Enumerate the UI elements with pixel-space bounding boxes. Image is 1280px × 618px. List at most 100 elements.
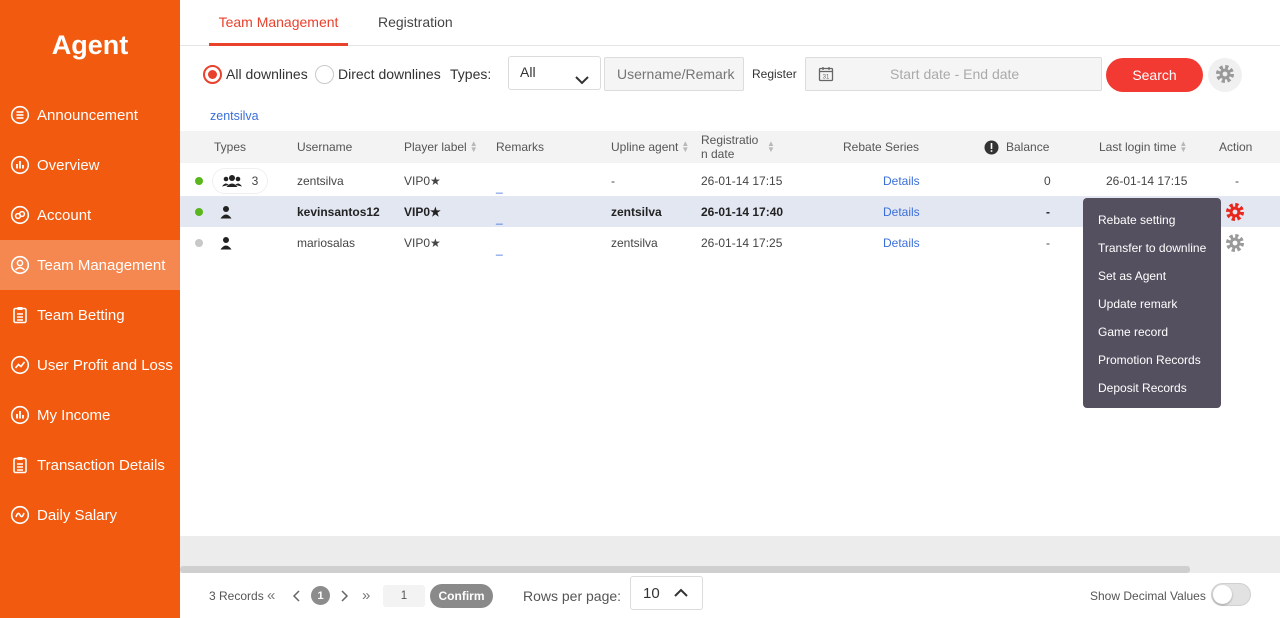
action-gear-button[interactable] (1223, 196, 1247, 227)
date-range-placeholder: Start date - End date (890, 66, 1020, 82)
prev-page-icon[interactable] (292, 573, 301, 618)
sidebar-title: Agent (51, 29, 129, 60)
sort-icon: ▲ ▼ (767, 139, 775, 154)
horizontal-scrollbar[interactable] (180, 566, 1190, 573)
date-range-picker[interactable]: 31 Start date - End date (805, 57, 1102, 91)
action-cell: - (1235, 173, 1239, 188)
col-player-label[interactable]: Player label ▲ ▼ (404, 131, 478, 163)
page-input[interactable]: 1 (383, 584, 425, 607)
confirm-button[interactable]: Confirm (430, 583, 493, 608)
registration-date-cell: 26-01-14 17:40 (701, 204, 784, 219)
menu-item-deposit-records[interactable]: Deposit Records (1083, 374, 1221, 402)
types-select-value: All (520, 64, 536, 80)
sort-icon: ▲ ▼ (469, 139, 478, 154)
tab-team-management[interactable]: Team Management (209, 0, 348, 46)
registration-date-cell: 26-01-14 17:15 (701, 173, 783, 188)
clipboard-icon (10, 305, 30, 325)
radio-unchecked-icon[interactable] (315, 64, 334, 84)
show-decimal-toggle[interactable] (1211, 583, 1251, 606)
chart-icon (10, 155, 30, 175)
online-status-dot (195, 176, 203, 185)
info-icon[interactable] (984, 140, 999, 155)
rebate-details-link[interactable]: Details (883, 196, 920, 227)
col-last-login-time[interactable]: Last login time ▲ ▼ (1099, 131, 1187, 163)
content-panel: Team Management Registration All downlin… (180, 0, 1280, 536)
upline-cell: - (611, 173, 615, 188)
first-page-icon[interactable]: « (267, 573, 275, 618)
sidebar-item-my-income[interactable]: My Income (0, 390, 180, 440)
rows-per-page-label: Rows per page: (523, 587, 622, 604)
sidebar-item-transaction-details[interactable]: Transaction Details (0, 440, 180, 490)
radio-checked-icon[interactable] (203, 64, 222, 84)
player-label-cell: VIP0★ (404, 235, 441, 250)
types-select[interactable]: All (508, 56, 601, 90)
records-count: 3 Records (209, 588, 264, 603)
settings-button[interactable] (1208, 58, 1242, 92)
sidebar-item-label: Daily Salary (37, 506, 118, 524)
income-icon (10, 505, 30, 525)
menu-item-update-remark[interactable]: Update remark (1083, 290, 1221, 318)
types-label: Types: (450, 66, 492, 82)
current-page[interactable]: 1 (311, 586, 330, 605)
list-icon (10, 105, 30, 125)
col-registration-date[interactable]: Registratio n date ▲ ▼ (701, 131, 781, 163)
last-page-icon[interactable]: » (362, 573, 370, 618)
upline-cell: zentsilva (611, 235, 658, 250)
sidebar-item-account[interactable]: Account (0, 190, 180, 240)
menu-item-set-as-agent[interactable]: Set as Agent (1083, 262, 1221, 290)
table-header: Types Username Player label ▲ ▼ Remarks Up… (180, 131, 1280, 163)
col-remarks: Remarks (496, 140, 545, 154)
menu-item-promotion-records[interactable]: Promotion Records (1083, 346, 1221, 374)
chevron-up-icon (673, 588, 688, 598)
sidebar-item-user-profit-and-loss[interactable]: User Profit and Loss (0, 340, 180, 390)
sidebar-item-announcement[interactable]: Announcement (0, 90, 180, 140)
direct-downlines-label: Direct downlines (338, 66, 441, 82)
action-gear-button[interactable] (1223, 227, 1247, 258)
sidebar-item-label: Account (37, 206, 92, 224)
clipboard-icon (10, 455, 30, 475)
col-types: Types (214, 140, 247, 154)
user-icon (10, 255, 30, 275)
menu-item-game-record[interactable]: Game record (1083, 318, 1221, 346)
col-upline-agent[interactable]: Upline agent ▲ ▼ (611, 131, 689, 163)
link-icon (10, 205, 30, 225)
user-icon (219, 205, 233, 219)
sort-icon: ▲ ▼ (681, 139, 690, 154)
online-status-dot (195, 207, 203, 216)
sidebar-item-team-betting[interactable]: Team Betting (0, 290, 180, 340)
menu-item-rebate-setting[interactable]: Rebate setting (1083, 206, 1221, 234)
register-label: Register (752, 67, 797, 81)
breadcrumb[interactable]: zentsilva (210, 109, 259, 123)
balance-cell: 0 (1044, 173, 1051, 188)
sidebar-item-label: Overview (37, 156, 100, 174)
sidebar-item-overview[interactable]: Overview (0, 140, 180, 190)
username-cell: mariosalas (297, 235, 356, 250)
team-count-badge[interactable]: 3 (213, 168, 267, 193)
gear-icon (1223, 200, 1247, 224)
col-username: Username (297, 140, 353, 154)
show-decimal-label: Show Decimal Values (1090, 588, 1206, 603)
rebate-details-link[interactable]: Details (883, 227, 920, 258)
sidebar-item-team-management[interactable]: Team Management (0, 240, 180, 290)
rebate-details-link[interactable]: Details (883, 165, 920, 196)
remark-cell[interactable]: _ (496, 233, 503, 264)
action-menu: Rebate setting Transfer to downline Set … (1083, 198, 1221, 408)
username-remark-input[interactable] (604, 57, 744, 91)
sidebar-item-daily-salary[interactable]: Daily Salary (0, 490, 180, 540)
search-button[interactable]: Search (1106, 58, 1203, 92)
menu-item-transfer-to-downline[interactable]: Transfer to downline (1083, 234, 1221, 262)
all-downlines-option[interactable]: All downlines (203, 56, 308, 92)
tab-registration[interactable]: Registration (378, 0, 453, 46)
gear-icon (1223, 231, 1247, 255)
chevron-down-icon (574, 66, 590, 96)
calendar-icon: 31 (818, 66, 834, 82)
sidebar-item-label: Team Management (37, 256, 166, 274)
next-page-icon[interactable] (340, 573, 349, 618)
balance-cell: - (1046, 235, 1050, 250)
offline-status-dot (195, 238, 203, 247)
svg-text:31: 31 (823, 75, 830, 81)
rows-per-page-select[interactable]: 10 (630, 576, 703, 610)
direct-downlines-option[interactable]: Direct downlines (315, 56, 441, 92)
table-row[interactable]: 3 zentsilva VIP0★ _ - 26-01-14 17:15 Det… (180, 165, 1280, 196)
registration-date-cell: 26-01-14 17:25 (701, 235, 783, 250)
